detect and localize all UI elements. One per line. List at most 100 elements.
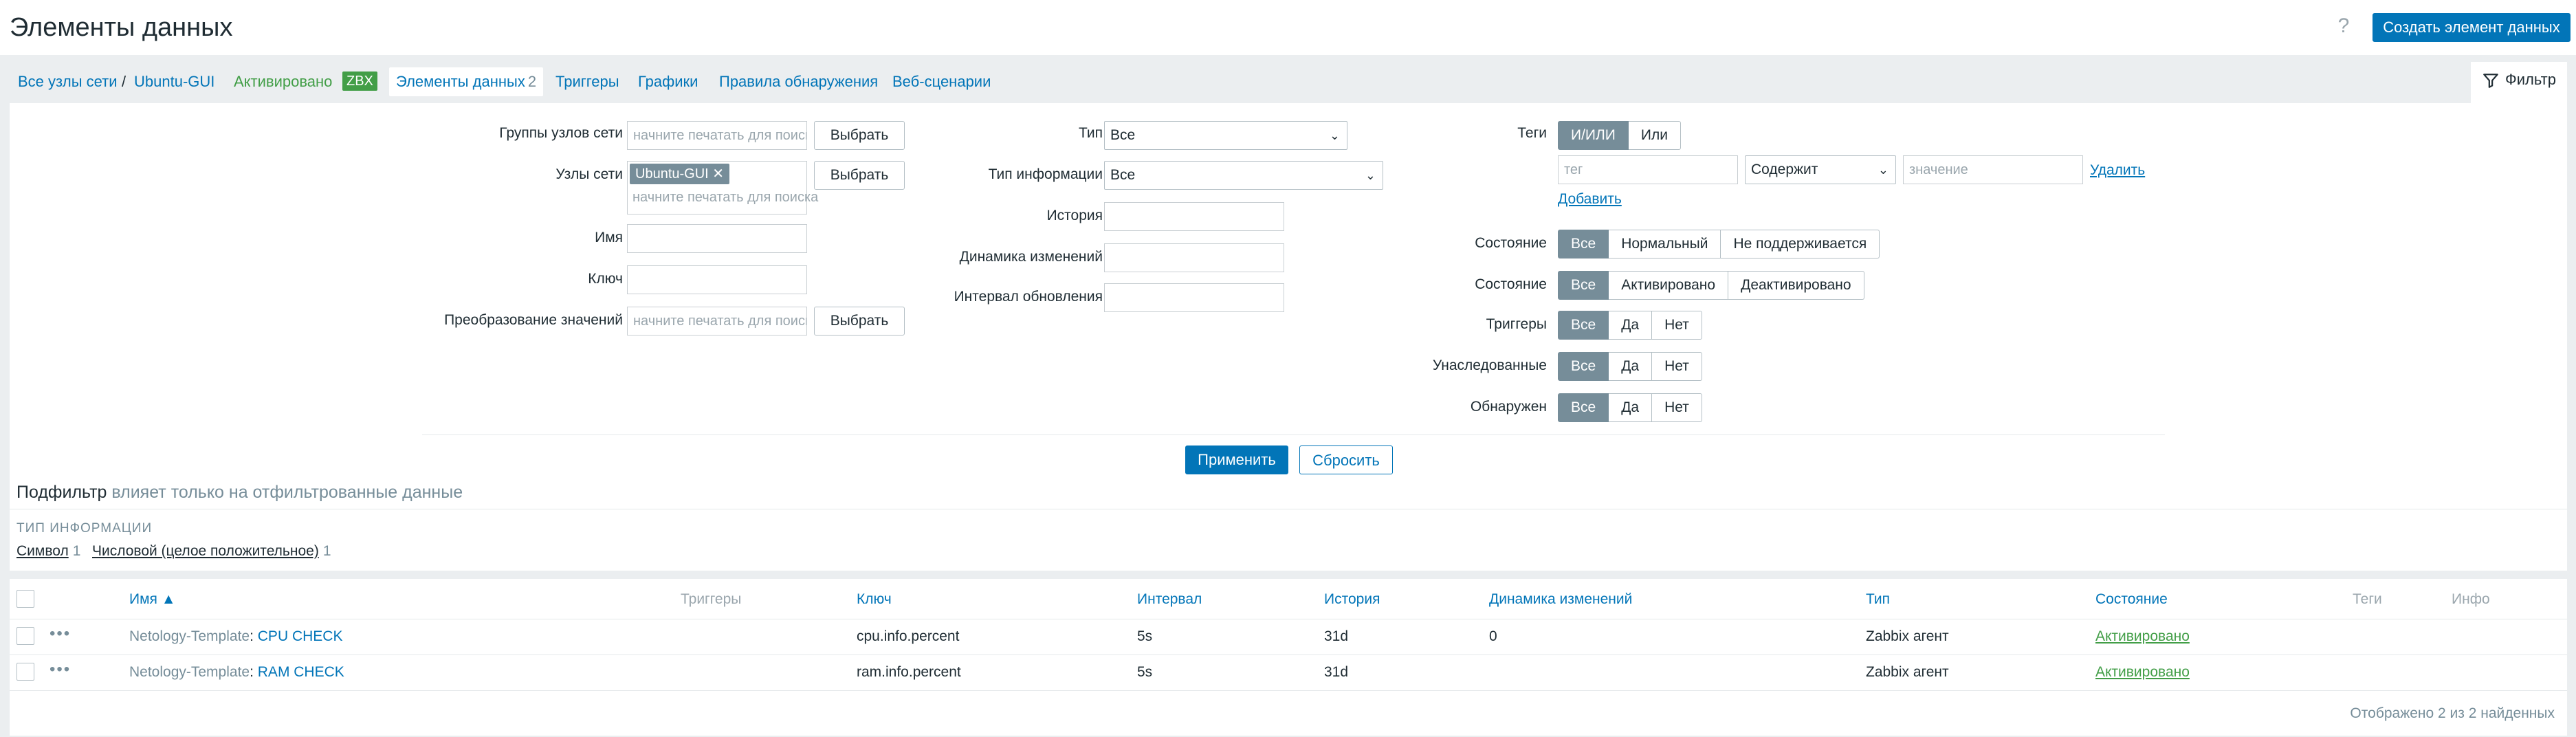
more-actions-icon[interactable]: ••• [49,660,71,679]
interval-label: Интервал обновления [954,289,1103,305]
column-triggers: Триггеры [681,591,742,607]
subfilter-value-label: Числовой (целое положительное) [92,543,319,559]
subfilter-note: влияет только на отфильтрованные данные [111,483,463,502]
info-type-select[interactable]: Все ⌄ [1104,161,1383,190]
trends-label: Динамика изменений [959,249,1103,265]
triggers-option-all[interactable]: Все [1558,311,1609,340]
create-item-button[interactable]: Создать элемент данных [2373,13,2571,42]
column-history[interactable]: История [1324,591,1380,608]
item-link[interactable]: RAM CHECK [258,664,344,680]
tag-add-link[interactable]: Добавить [1558,191,1622,208]
name-input[interactable] [627,224,807,253]
host-navigation: Все узлы сети / Ubuntu-GUI Активировано … [10,62,2567,102]
row-divider [10,690,2567,691]
template-link[interactable]: Netology-Template [129,628,250,644]
hosts-select-button[interactable]: Выбрать [814,161,905,190]
chevron-down-icon: ⌄ [1365,168,1376,182]
inherited-option-yes[interactable]: Да [1609,352,1653,381]
host-status[interactable]: Активировано [234,62,332,102]
discovered-option-all[interactable]: Все [1558,393,1609,422]
status-label: Состояние [1475,276,1547,292]
breadcrumb-all-hosts[interactable]: Все узлы сети [18,62,118,102]
host-groups-select-button[interactable]: Выбрать [814,121,905,150]
tag-operator-select[interactable]: Содержит ⌄ [1745,155,1896,184]
trends-input[interactable] [1104,243,1284,272]
zbx-availability-badge: ZBX [342,72,377,91]
column-trends[interactable]: Динамика изменений [1489,591,1632,608]
type-label: Тип [1078,125,1103,141]
valuemap-input[interactable]: начните печатать для поиска [627,307,807,336]
inherited-option-no[interactable]: Нет [1652,352,1702,381]
tag-operator-value: Содержит [1751,162,1818,177]
inherited-label: Унаследованные [1432,358,1547,373]
valuemap-select-button[interactable]: Выбрать [814,307,905,336]
column-name[interactable]: Имя ▲ [129,591,176,608]
status-toggle: Все Активировано Деактивировано [1558,271,1864,300]
tab-triggers[interactable]: Триггеры [555,62,619,102]
template-link[interactable]: Netology-Template [129,664,250,680]
row-checkbox[interactable] [16,663,34,681]
discovered-option-yes[interactable]: Да [1609,393,1653,422]
subfilter-value-count: 1 [72,543,81,559]
tag-remove-link[interactable]: Удалить [2090,162,2145,179]
discovered-option-no[interactable]: Нет [1652,393,1702,422]
tab-web-scenarios[interactable]: Веб-сценарии [892,62,991,102]
tags-label: Теги [1517,125,1547,141]
type-select[interactable]: Все ⌄ [1104,121,1347,150]
triggers-option-no[interactable]: Нет [1652,311,1702,340]
item-status-link[interactable]: Активировано [2095,664,2190,681]
tag-name-input[interactable]: тег [1558,155,1738,184]
breadcrumb-host[interactable]: Ubuntu-GUI [134,62,214,102]
remove-chip-icon[interactable]: ✕ [712,166,724,182]
subfilter-title-text: Подфильтр [16,483,107,502]
subfilter-value-unsigned[interactable]: Числовой (целое положительное) 1 [92,543,331,560]
history-label: История [1046,208,1103,223]
filter-divider [422,434,2165,435]
state-option-all[interactable]: Все [1558,230,1609,258]
state-option-normal[interactable]: Нормальный [1609,230,1721,258]
inherited-option-all[interactable]: Все [1558,352,1609,381]
tab-discovery-rules[interactable]: Правила обнаружения [719,62,878,102]
status-option-enabled[interactable]: Активировано [1609,271,1729,300]
tab-items[interactable]: Элементы данных 2 [389,67,544,96]
apply-button[interactable]: Применить [1185,446,1288,474]
table-stats: Отображено 2 из 2 найденных [2350,705,2555,721]
subfilter-value-character[interactable]: Символ 1 [16,543,80,560]
row-divider [10,654,2567,655]
page-header: Элементы данных ? Создать элемент данных [0,0,2576,55]
status-option-all[interactable]: Все [1558,271,1609,300]
status-option-disabled[interactable]: Деактивировано [1728,271,1864,300]
tags-or-option[interactable]: Или [1628,121,1681,150]
select-all-checkbox[interactable] [16,590,34,608]
row-checkbox[interactable] [16,627,34,645]
history-input[interactable] [1104,202,1284,231]
column-status[interactable]: Состояние [2095,591,2168,608]
tab-graphs[interactable]: Графики [638,62,698,102]
state-label: Состояние [1475,235,1547,251]
column-interval[interactable]: Интервал [1137,591,1202,608]
tag-value-input[interactable]: значение [1903,155,2083,184]
item-history: 31d [1324,628,1349,644]
tags-andor-option[interactable]: И/ИЛИ [1558,121,1629,150]
item-key: ram.info.percent [857,664,961,680]
column-type[interactable]: Тип [1866,591,1890,608]
valuemap-label: Преобразование значений [444,312,623,328]
help-icon[interactable]: ? [2335,14,2353,38]
triggers-option-yes[interactable]: Да [1609,311,1653,340]
key-input[interactable] [627,265,807,294]
interval-input[interactable] [1104,283,1284,312]
tags-evaltype-toggle: И/ИЛИ Или [1558,121,1681,150]
more-actions-icon[interactable]: ••• [49,624,71,644]
filter-tab[interactable]: Фильтр [2471,62,2567,103]
reset-button[interactable]: Сбросить [1299,446,1393,474]
item-status-link[interactable]: Активировано [2095,628,2190,645]
state-option-not-supported[interactable]: Не поддерживается [1721,230,1880,258]
item-key: cpu.info.percent [857,628,960,644]
column-key[interactable]: Ключ [857,591,892,608]
item-link[interactable]: CPU CHECK [258,628,343,644]
subfilter-group-header: ТИП ИНФОРМАЦИИ [16,521,153,536]
host-groups-input[interactable]: начните печатать для поиска [627,121,807,150]
filter-panel: Группы узлов сети начните печатать для п… [10,103,2567,476]
discovered-toggle: Все Да Нет [1558,393,1702,422]
item-type: Zabbix агент [1866,628,1949,644]
